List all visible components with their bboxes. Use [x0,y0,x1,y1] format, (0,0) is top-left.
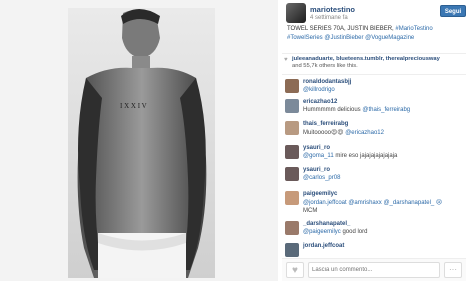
caption-text: TOWEL SERIES 70A, JUSTIN BIEBER, [287,26,394,32]
comment-input[interactable] [308,262,440,278]
comment-text: Hummmmm delicious [303,107,361,113]
post-photo[interactable]: I X X I V [68,8,215,278]
caption-hashtag[interactable]: #TowelSeries [287,35,323,41]
comment-avatar[interactable] [285,243,299,257]
comment-username[interactable]: paigeemilyc [303,191,337,197]
like-button[interactable]: ♥ [286,262,304,278]
heart-icon: ♥ [292,265,298,276]
post-username[interactable]: mariotestino [310,5,355,14]
comment-mention[interactable]: @thais_ferreirabg [362,107,410,113]
caption-mention[interactable]: @JustinBieber [324,35,363,41]
likes-count[interactable]: and 55,7k [292,63,317,69]
photo-illustration: I X X I V [68,8,215,278]
comment-text: good lord [342,229,368,235]
comment-username[interactable]: ericazhao12 [303,99,337,105]
more-icon: ··· [449,265,457,274]
post-sidebar: mariotestino 4 settimane fa Segui TOWEL … [280,0,468,281]
comment-mention[interactable]: @ericazhao12 [345,130,384,136]
comments-list[interactable]: ronaldodantasbjj @killrodrigo ericazhao1… [282,74,466,257]
caption-mention[interactable]: @VogueMagazine [365,35,414,41]
likers-list[interactable]: juleeanaduarte, blueteens.tumblr, therea… [292,56,440,62]
comment-username[interactable]: ysauri_ro [303,167,330,173]
comment-username[interactable]: jordan.jeffcoat [303,243,344,249]
post-header: mariotestino 4 settimane fa Segui [284,3,466,25]
comment-avatar[interactable] [285,145,299,159]
comment-username[interactable]: _darshanapatel_ [303,221,350,227]
comment-footer: ♥ ··· [282,258,466,281]
comment-text: MCM [303,208,318,214]
user-avatar[interactable] [286,3,306,23]
caption-hashtag[interactable]: #MarioTestino [395,26,432,32]
svg-text:I X X I V: I X X I V [120,102,147,110]
comment-avatar[interactable] [285,99,299,113]
comment-avatar[interactable] [285,191,299,205]
post-time[interactable]: 4 settimane fa [310,15,348,21]
more-options-button[interactable]: ··· [444,262,462,278]
comment-avatar[interactable] [285,79,299,93]
post-caption: TOWEL SERIES 70A, JUSTIN BIEBER, #MarioT… [287,25,465,42]
comment-username[interactable]: ysauri_ro [303,145,330,151]
comment-text: Muitooooo😍😍 [303,130,344,136]
comment-username[interactable]: thais_ferreirabg [303,121,348,127]
comment-mention[interactable]: @goma_11 [303,153,334,159]
comment-avatar[interactable] [285,221,299,235]
heart-icon: ♥ [284,57,288,63]
likes-suffix: others like this. [319,63,358,69]
comment-text: mire eso jajajajajajajaja [335,153,398,159]
comment-avatar[interactable] [285,121,299,135]
likes-section: ♥ juleeanaduarte, blueteens.tumblr, ther… [282,53,466,70]
photo-pane: I X X I V [0,0,278,281]
comment-mention[interactable]: @killrodrigo [303,87,335,93]
comment-avatar[interactable] [285,167,299,181]
likes-text: juleeanaduarte, blueteens.tumblr, therea… [292,56,440,70]
follow-button[interactable]: Segui [440,5,466,17]
comment-mention[interactable]: @carlos_pr08 [303,175,340,181]
comment-mention[interactable]: @jordan.jeffcoat @amrishaxx @_darshanapa… [303,200,442,206]
comment-mention[interactable]: @paigeemilyc [303,229,341,235]
comment-username[interactable]: ronaldodantasbjj [303,79,351,85]
